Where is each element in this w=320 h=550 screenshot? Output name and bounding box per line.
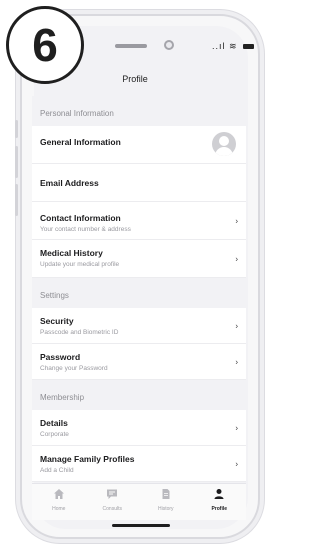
row-label: Security <box>40 316 74 326</box>
email-address-row[interactable]: Email Address <box>32 164 246 202</box>
row-subtitle: Change your Password <box>40 365 108 372</box>
signal-icon: ..ıl <box>212 41 226 51</box>
security-row[interactable]: Security Passcode and Biometric ID › <box>32 308 246 344</box>
status-icons: ..ıl ≋ <box>212 41 255 52</box>
general-information-row[interactable]: General Information <box>32 126 246 164</box>
chevron-right-icon: › <box>235 459 238 468</box>
wifi-icon: ≋ <box>229 41 238 51</box>
row-label: Email Address <box>40 178 99 188</box>
chevron-right-icon: › <box>235 216 238 225</box>
home-icon <box>32 488 86 501</box>
row-label: Password <box>40 352 81 362</box>
volume-down-button <box>15 184 18 216</box>
avatar[interactable] <box>212 132 236 156</box>
row-subtitle: Your contact number & address <box>40 226 131 233</box>
step-number-badge: 6 <box>6 6 84 84</box>
mute-switch <box>15 120 18 138</box>
manage-family-profiles-row[interactable]: Manage Family Profiles Add a Child › <box>32 446 246 482</box>
row-subtitle: Corporate <box>40 431 69 438</box>
speaker-grille <box>115 44 147 48</box>
password-row[interactable]: Password Change your Password › <box>32 344 246 380</box>
chevron-right-icon: › <box>235 357 238 366</box>
person-icon <box>193 488 247 501</box>
volume-up-button <box>15 146 18 178</box>
chevron-right-icon: › <box>235 423 238 432</box>
document-icon <box>139 488 193 501</box>
contact-information-row[interactable]: Contact Information Your contact number … <box>32 202 246 240</box>
chat-icon <box>86 488 140 501</box>
tab-profile[interactable]: Profile <box>193 484 247 520</box>
tab-label: Consults <box>102 506 122 512</box>
medical-history-row[interactable]: Medical History Update your medical prof… <box>32 240 246 278</box>
chevron-right-icon: › <box>235 254 238 263</box>
row-label: Details <box>40 418 68 428</box>
tab-label: Home <box>52 506 66 512</box>
row-subtitle: Update your medical profile <box>40 261 120 268</box>
row-subtitle: Add a Child <box>40 467 74 474</box>
tab-label: Profile <box>211 506 228 512</box>
profile-content: Personal Information General Information… <box>32 96 246 482</box>
row-label: Medical History <box>40 248 103 258</box>
tab-label: History <box>157 506 174 512</box>
row-subtitle: Passcode and Biometric ID <box>40 329 119 336</box>
tab-history[interactable]: History <box>139 484 193 520</box>
tab-home[interactable]: Home <box>32 484 86 520</box>
battery-icon <box>243 44 255 50</box>
section-heading-settings: Settings <box>32 278 246 308</box>
avatar-head <box>219 136 229 146</box>
membership-details-row[interactable]: Details Corporate › <box>32 410 246 446</box>
bottom-tab-bar: Home Consults History Profile <box>32 483 246 520</box>
tab-consults[interactable]: Consults <box>86 484 140 520</box>
chevron-right-icon: › <box>235 321 238 330</box>
section-heading-membership: Membership <box>32 380 246 410</box>
avatar-body <box>215 147 233 156</box>
home-indicator[interactable] <box>112 524 170 527</box>
front-camera <box>164 40 174 50</box>
row-label: Contact Information <box>40 213 121 223</box>
section-heading-personal: Personal Information <box>32 96 246 126</box>
row-label: Manage Family Profiles <box>40 454 135 464</box>
